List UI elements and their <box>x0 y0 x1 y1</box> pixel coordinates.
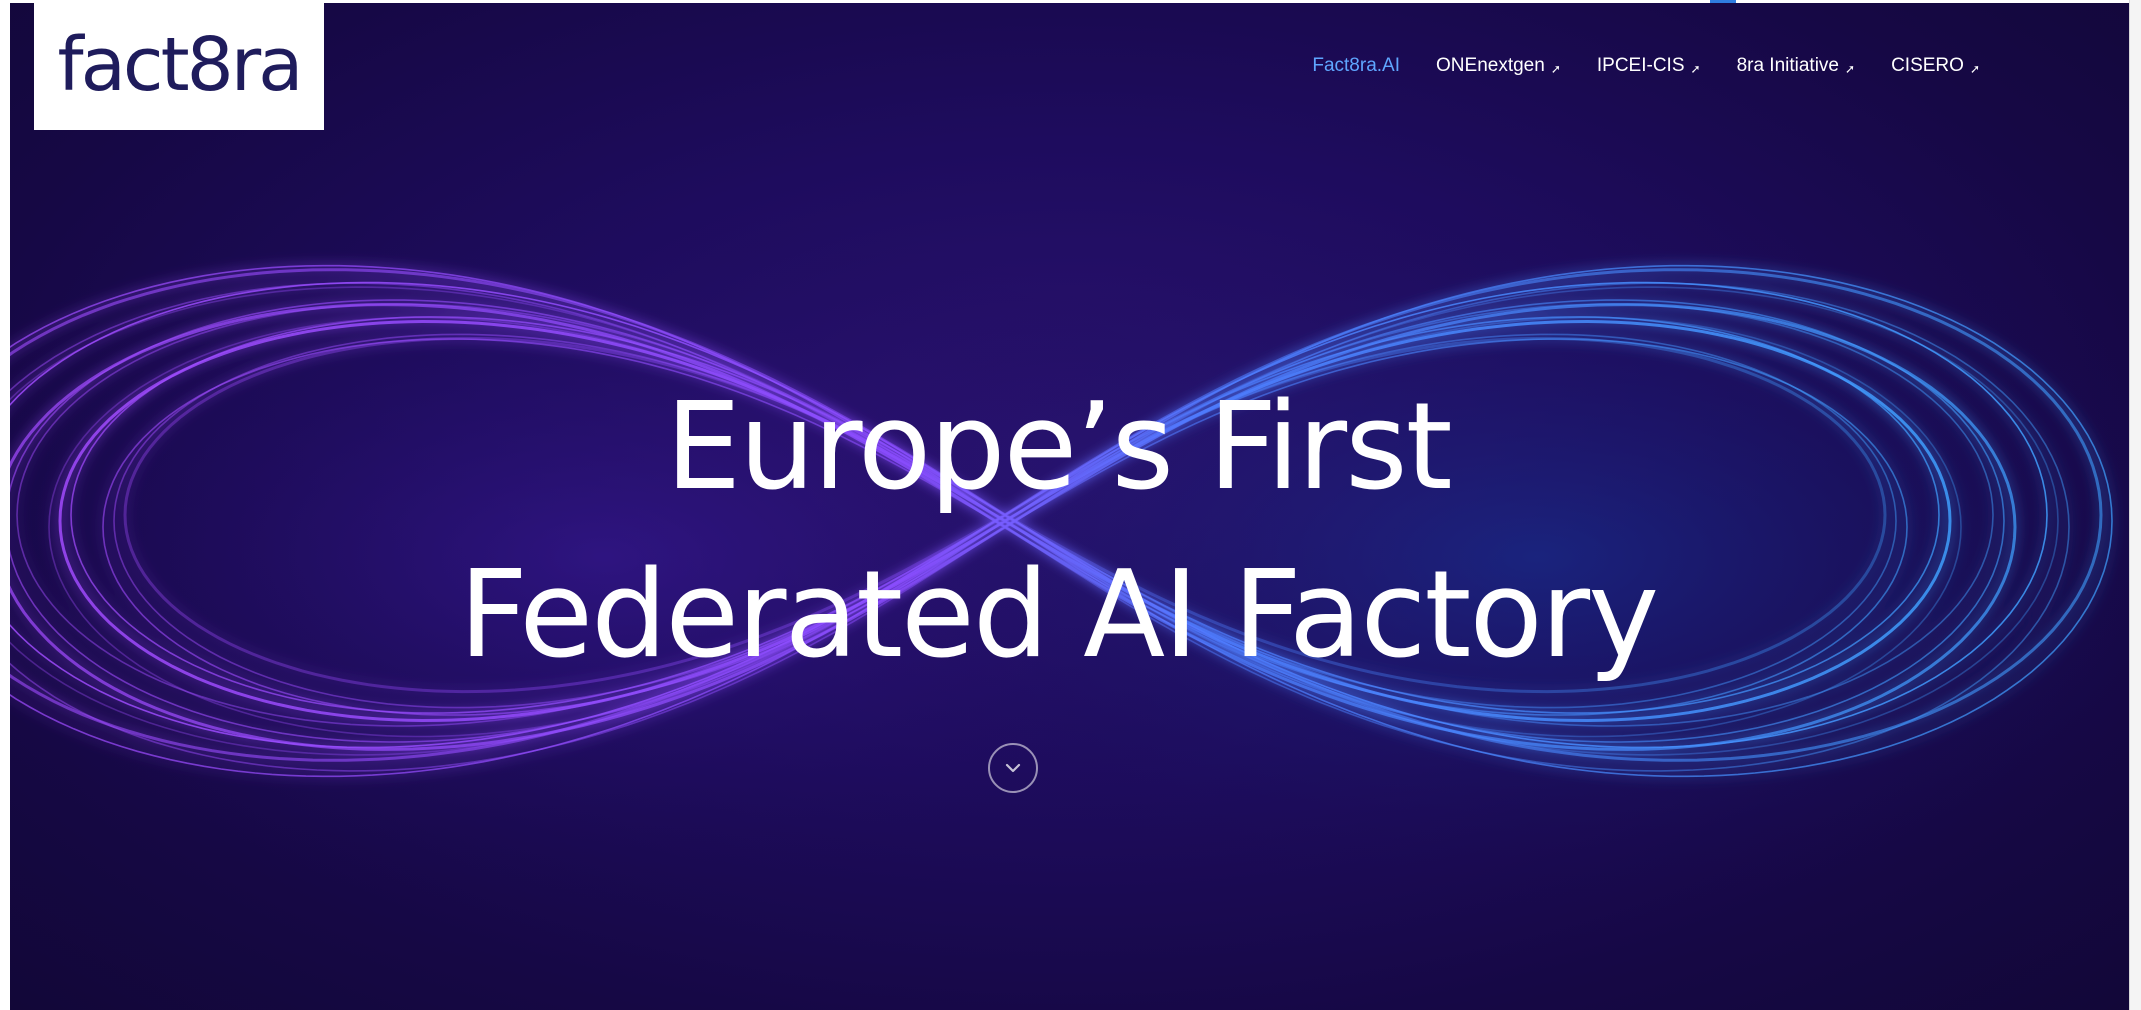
top-accent-bar <box>1710 0 1736 3</box>
hero-banner: fact8ra Fact8ra.AI ONEnextgen ➚ IPCEI-CI… <box>10 3 2130 1010</box>
external-link-arrow-icon: ➚ <box>1550 62 1561 76</box>
nav-item-label: Fact8ra.AI <box>1312 55 1401 76</box>
nav-item-8ra-initiative[interactable]: 8ra Initiative ➚ <box>1737 55 1856 77</box>
nav-item-label: CISERO <box>1891 55 1964 76</box>
logo-text: fact8ra <box>57 21 304 108</box>
hero-headline-line-2: Federated AI Factory <box>458 546 1659 686</box>
nav-item-label: 8ra Initiative <box>1736 55 1840 76</box>
main-nav: Fact8ra.AI ONEnextgen ➚ IPCEI-CIS ➚ 8ra … <box>1312 55 1980 77</box>
logo[interactable]: fact8ra <box>34 3 324 130</box>
hero-headline-line-1: Europe’s First <box>665 378 1452 518</box>
nav-item-label: IPCEI-CIS <box>1596 55 1685 76</box>
scroll-down-button[interactable] <box>988 743 1038 793</box>
nav-item-fact8ra-ai[interactable]: Fact8ra.AI <box>1312 55 1400 77</box>
nav-item-ipcei-cis[interactable]: IPCEI-CIS ➚ <box>1597 55 1701 77</box>
chevron-down-circle-icon <box>1005 763 1021 773</box>
external-link-arrow-icon: ➚ <box>1969 62 1980 76</box>
hero-headline: Europe’s First Federated AI Factory <box>10 364 2130 700</box>
window-edge <box>2129 0 2141 1010</box>
nav-item-onenextgen[interactable]: ONEnextgen ➚ <box>1436 55 1561 77</box>
external-link-arrow-icon: ➚ <box>1845 62 1856 76</box>
nav-item-cisero[interactable]: CISERO ➚ <box>1891 55 1980 77</box>
external-link-arrow-icon: ➚ <box>1690 62 1701 76</box>
nav-item-label: ONEnextgen <box>1436 55 1545 76</box>
